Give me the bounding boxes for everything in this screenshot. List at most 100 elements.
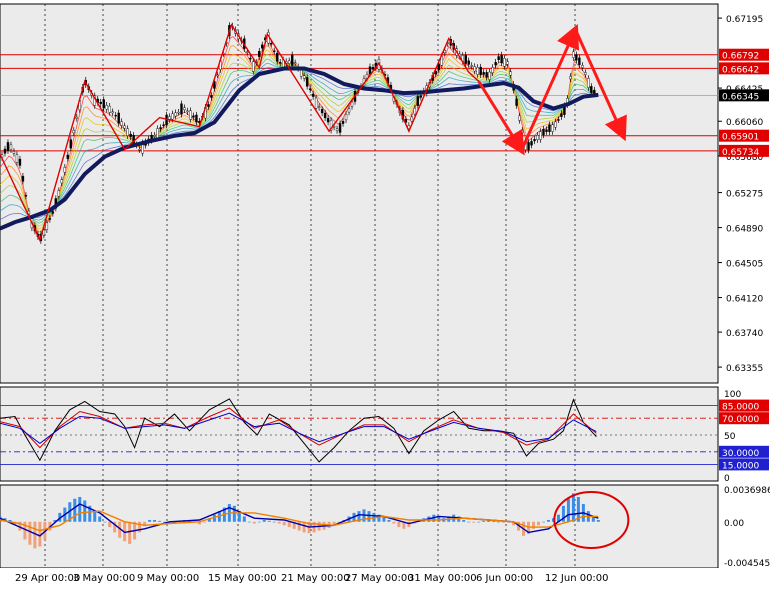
macd-histogram-bar <box>537 521 540 526</box>
osc-level-label: 15.0000 <box>722 461 759 471</box>
candle-body <box>15 154 19 163</box>
candle-body <box>410 116 414 122</box>
price-level-label: 0.65901 <box>722 133 759 143</box>
candle-body <box>171 113 174 120</box>
candle-body <box>308 88 312 90</box>
price-tick-label: 0.67195 <box>726 15 763 25</box>
x-tick-label: 21 May 00:00 <box>281 573 350 584</box>
osc-level-label: 85.0000 <box>722 403 759 413</box>
candle-body <box>320 109 324 114</box>
macd-histogram-bar <box>482 520 486 522</box>
candle-body <box>464 54 467 64</box>
candle-body <box>183 107 186 111</box>
macd-histogram-bar <box>252 521 256 524</box>
candle-body <box>593 89 596 94</box>
candle-body <box>114 114 117 117</box>
macd-histogram-bar <box>153 519 157 522</box>
oscillator-pane <box>0 386 719 482</box>
macd-histogram-bar <box>277 521 281 524</box>
candle-body <box>341 121 345 124</box>
candle-body <box>506 61 509 65</box>
candle-body <box>177 111 180 114</box>
candle-body <box>72 130 75 134</box>
candle-body <box>9 144 13 150</box>
candle-body <box>126 128 129 136</box>
price-tick-label: 0.64120 <box>726 295 763 305</box>
candle-body <box>156 128 159 139</box>
candle-body <box>551 124 554 132</box>
candle-body <box>482 72 485 75</box>
candle-body <box>575 54 578 61</box>
candle-body <box>117 112 120 124</box>
candle-body <box>476 67 479 75</box>
macd-tick-label: 0.00 <box>724 519 744 529</box>
candle-body <box>111 111 114 114</box>
candle-body <box>129 133 132 137</box>
candle-body <box>470 65 473 67</box>
macd-histogram-bar <box>477 521 481 523</box>
candle-body <box>530 141 533 146</box>
x-tick-label: 3 May 00:00 <box>73 573 135 584</box>
candle-body <box>338 123 342 133</box>
price-level-label: 0.66642 <box>722 65 759 75</box>
macd-histogram-bar <box>497 521 501 523</box>
candle-body <box>12 151 16 154</box>
osc-tick-label: 50 <box>724 432 736 442</box>
macd-histogram-bar <box>596 519 600 522</box>
candle-body <box>344 114 348 121</box>
candle-body <box>515 98 518 106</box>
candle-body <box>162 124 165 126</box>
candle-body <box>102 99 105 109</box>
candle-body <box>368 66 372 75</box>
x-tick-label: 6 Jun 00:00 <box>476 573 533 584</box>
macd-histogram-bar <box>73 498 77 522</box>
candle-body <box>63 167 67 173</box>
candle-body <box>168 116 171 120</box>
candle-body <box>485 72 488 78</box>
macd-histogram-bar <box>571 493 575 522</box>
macd-histogram-bar <box>472 521 476 523</box>
candle-body <box>18 158 22 166</box>
candle-body <box>287 60 291 64</box>
candle-body <box>488 71 491 80</box>
candle-body <box>174 112 177 117</box>
price-tick-label: 0.64890 <box>726 225 763 235</box>
candle-body <box>273 50 276 52</box>
candle-body <box>548 124 551 132</box>
candle-body <box>467 60 470 65</box>
candle-body <box>311 93 315 97</box>
candle-body <box>159 127 162 130</box>
current-price-label: 0.66345 <box>722 92 759 102</box>
candle-body <box>314 97 318 109</box>
candle-body <box>210 95 213 98</box>
macd-histogram-bar <box>158 520 162 522</box>
candle-body <box>180 103 183 115</box>
candle-body <box>542 128 545 136</box>
candle-body <box>497 56 500 60</box>
macd-histogram-bar <box>103 521 107 523</box>
candle-body <box>554 121 557 128</box>
x-tick-label: 9 May 00:00 <box>137 573 199 584</box>
candle-body <box>51 211 55 214</box>
price-tick-label: 0.66060 <box>726 118 763 128</box>
macd-histogram-bar <box>242 516 246 522</box>
candle-body <box>299 69 303 77</box>
candle-body <box>186 110 189 113</box>
candle-body <box>317 106 321 108</box>
candle-body <box>276 52 279 62</box>
macd-histogram-bar <box>78 496 82 522</box>
macd-histogram-bar <box>257 521 261 523</box>
macd-histogram-bar <box>272 521 276 523</box>
candle-body <box>57 190 61 197</box>
candle-body <box>60 179 64 184</box>
macd-histogram-bar <box>367 511 371 522</box>
macd-histogram-bar <box>467 521 471 523</box>
candle-body <box>207 104 210 107</box>
macd-histogram-bar <box>297 521 301 531</box>
candle-body <box>45 222 49 230</box>
candle-body <box>413 107 417 115</box>
candle-body <box>323 112 327 119</box>
macd-histogram-bar <box>28 521 32 545</box>
candle-body <box>347 108 351 113</box>
macd-histogram-bar <box>397 521 401 528</box>
